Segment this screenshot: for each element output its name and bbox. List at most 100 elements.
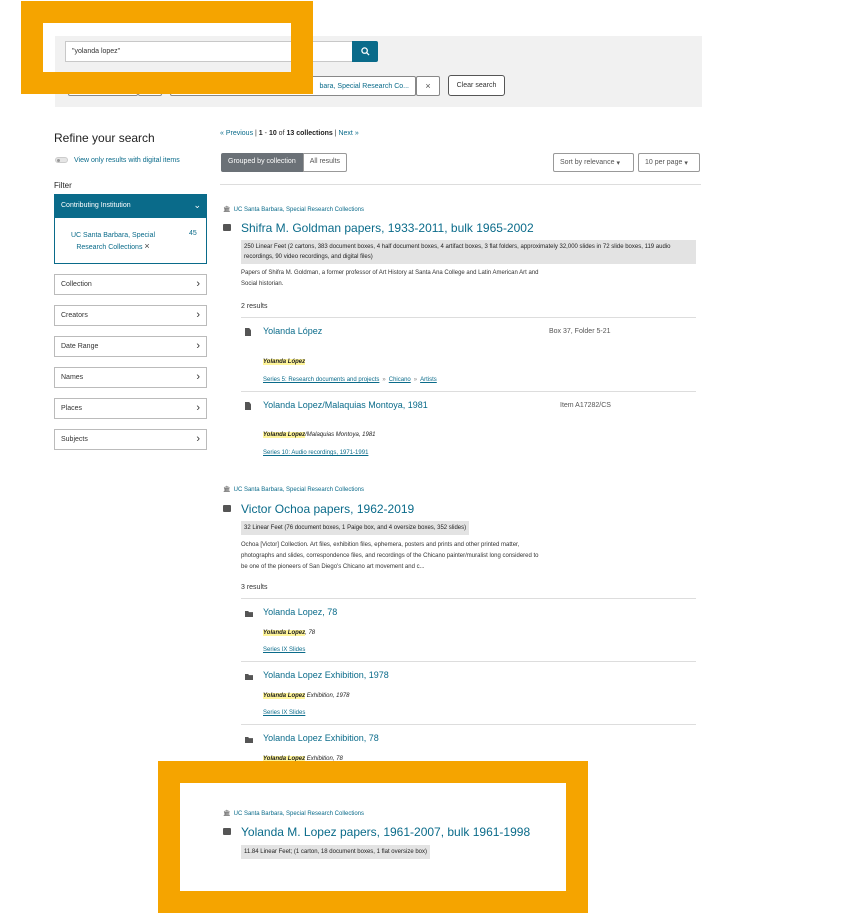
refine-title: Refine your search	[54, 131, 155, 145]
collection-description: Papers of Shifra M. Goldman, a former pr…	[241, 270, 539, 287]
collection-description: Ochoa [Victor] Collection. Art files, ex…	[241, 542, 539, 570]
collection-institution[interactable]: 🏛 UC Santa Barbara, Special Research Coll…	[223, 206, 364, 213]
facet-value-label: UC Santa Barbara, Special Research Colle…	[70, 232, 156, 251]
facet-label: Creators	[61, 312, 88, 319]
search-button[interactable]	[352, 41, 378, 62]
facet-label: Date Range	[61, 343, 99, 350]
close-icon: ×	[425, 81, 431, 91]
breadcrumb-link[interactable]: Series IX Slides	[263, 710, 305, 716]
result-item-title[interactable]: Yolanda López	[263, 326, 322, 336]
search-highlight: Yolanda Lopez	[263, 630, 306, 636]
institution-label: UC Santa Barbara, Special Research Colle…	[233, 811, 365, 817]
divider	[241, 661, 696, 662]
search-highlight: Yolanda Lopez	[263, 432, 306, 438]
previous-link[interactable]: « Previous	[220, 130, 253, 137]
caret-down-icon: ▾	[616, 159, 620, 167]
chevron-right-icon: ›	[196, 278, 200, 290]
caret-down-icon: ▾	[684, 159, 688, 167]
collection-institution[interactable]: 🏛 UC Santa Barbara, Special Research Coll…	[223, 486, 364, 493]
result-item-title[interactable]: Yolanda Lopez Exhibition, 1978	[263, 670, 389, 680]
facet-places[interactable]: Places ›	[54, 398, 207, 419]
grouped-by-collection-button[interactable]: Grouped by collection	[221, 153, 303, 172]
filter-chip-label: bara, Special Research Co...	[319, 82, 410, 90]
collection-extent: 11.84 Linear Feet; (1 carton, 18 documen…	[241, 845, 430, 859]
file-icon	[245, 402, 251, 410]
facet-names[interactable]: Names ›	[54, 367, 207, 388]
sort-dropdown[interactable]: Sort by relevance ▾	[553, 153, 634, 172]
result-item-location: Box 37, Folder 5-21	[549, 328, 611, 335]
next-link[interactable]: Next »	[338, 130, 358, 137]
institution-icon: 🏛	[223, 487, 231, 493]
breadcrumb-separator: »	[382, 377, 386, 383]
facet-contributing-institution-header[interactable]: Contributing Institution ⌄	[55, 195, 206, 218]
divider	[241, 391, 696, 392]
collection-extent: 250 Linear Feet (2 cartons, 383 document…	[241, 240, 696, 264]
result-item-snippet: Yolanda Lopez Exhibition, 1978	[263, 693, 350, 699]
collection-box-icon	[223, 505, 231, 512]
divider	[241, 724, 696, 725]
result-item-breadcrumb: Series IX Slides	[263, 707, 305, 716]
snippet-text: /Malaquias Montoya, 1981	[305, 432, 376, 438]
results-total: 13 collections	[286, 130, 333, 137]
chevron-down-icon: ⌄	[193, 200, 201, 210]
breadcrumb-link[interactable]: Artists	[420, 377, 437, 383]
filter-heading: Filter	[54, 181, 72, 190]
sort-label: Sort by relevance	[560, 159, 615, 166]
facet-creators[interactable]: Creators ›	[54, 305, 207, 326]
facet-contributing-institution: Contributing Institution ⌄ UC Santa Barb…	[54, 194, 207, 264]
facet-label: Names	[61, 374, 84, 381]
collection-institution[interactable]: 🏛 UC Santa Barbara, Special Research Coll…	[223, 810, 364, 817]
folder-icon	[245, 737, 253, 743]
facet-label: Subjects	[61, 436, 88, 443]
search-highlight: Yolanda Lopez	[263, 693, 306, 699]
facet-subjects[interactable]: Subjects ›	[54, 429, 207, 450]
result-item-snippet: Yolanda López	[263, 359, 306, 365]
collection-box-icon	[223, 828, 231, 835]
all-results-button[interactable]: All results	[302, 153, 348, 172]
collection-title[interactable]: Yolanda M. Lopez papers, 1961-2007, bulk…	[241, 825, 530, 839]
results-count: 3 results	[241, 584, 268, 591]
chevron-right-icon: ›	[196, 402, 200, 414]
collection-box-icon	[223, 224, 231, 231]
digital-items-toggle-label[interactable]: View only results with digital items	[74, 157, 180, 164]
result-item-breadcrumb: Series 5: Research documents and project…	[263, 374, 437, 383]
breadcrumb-link[interactable]: Series 5: Research documents and project…	[263, 377, 379, 383]
breadcrumb-link[interactable]: Series 10: Audio recordings, 1971-1991	[263, 450, 368, 456]
filter-chip-institution-remove-button[interactable]: ×	[416, 76, 440, 96]
breadcrumb-separator: »	[413, 377, 418, 383]
chevron-right-icon: ›	[196, 433, 200, 445]
range-start: 1	[258, 130, 263, 137]
facet-label: Places	[61, 405, 83, 412]
snippet-text: Exhibition, 1978	[305, 693, 350, 699]
chevron-right-icon: ›	[196, 371, 200, 383]
divider	[241, 598, 696, 599]
digital-items-toggle[interactable]	[55, 157, 68, 163]
breadcrumb-link[interactable]: Series IX Slides	[263, 647, 305, 653]
close-icon[interactable]: ×	[144, 241, 149, 251]
result-item-title[interactable]: Yolanda Lopez/Malaquias Montoya, 1981	[263, 400, 428, 410]
search-highlight: Yolanda López	[263, 359, 306, 365]
facet-label: Collection	[61, 281, 92, 288]
result-item-title[interactable]: Yolanda Lopez, 78	[263, 607, 337, 617]
chevron-right-icon: ›	[196, 340, 200, 352]
institution-label: UC Santa Barbara, Special Research Colle…	[233, 487, 365, 493]
clear-search-button[interactable]: Clear search	[448, 75, 505, 96]
institution-icon: 🏛	[223, 207, 231, 213]
facet-value-ucsb[interactable]: UC Santa Barbara, Special Research Colle…	[63, 230, 163, 253]
result-item-title[interactable]: Yolanda Lopez Exhibition, 78	[263, 733, 379, 743]
facet-date-range[interactable]: Date Range ›	[54, 336, 207, 357]
view-mode-group: Grouped by collection All results	[221, 153, 348, 172]
search-icon	[360, 47, 370, 56]
facet-collection[interactable]: Collection ›	[54, 274, 207, 295]
result-item-location: Item A17282/CS	[560, 402, 611, 409]
per-page-dropdown[interactable]: 10 per page ▾	[638, 153, 700, 172]
collection-title[interactable]: Victor Ochoa papers, 1962-2019	[241, 502, 414, 516]
result-item-snippet: Yolanda Lopez, 78	[263, 630, 315, 636]
snippet-text: , 78	[305, 630, 316, 636]
divider	[241, 317, 696, 318]
per-page-label: 10 per page	[645, 159, 683, 166]
breadcrumb-link[interactable]: Chicano	[389, 377, 411, 383]
result-item-breadcrumb: Series IX Slides	[263, 644, 305, 653]
collection-title[interactable]: Shifra M. Goldman papers, 1933-2011, bul…	[241, 221, 534, 235]
institution-label: UC Santa Barbara, Special Research Colle…	[233, 207, 365, 213]
